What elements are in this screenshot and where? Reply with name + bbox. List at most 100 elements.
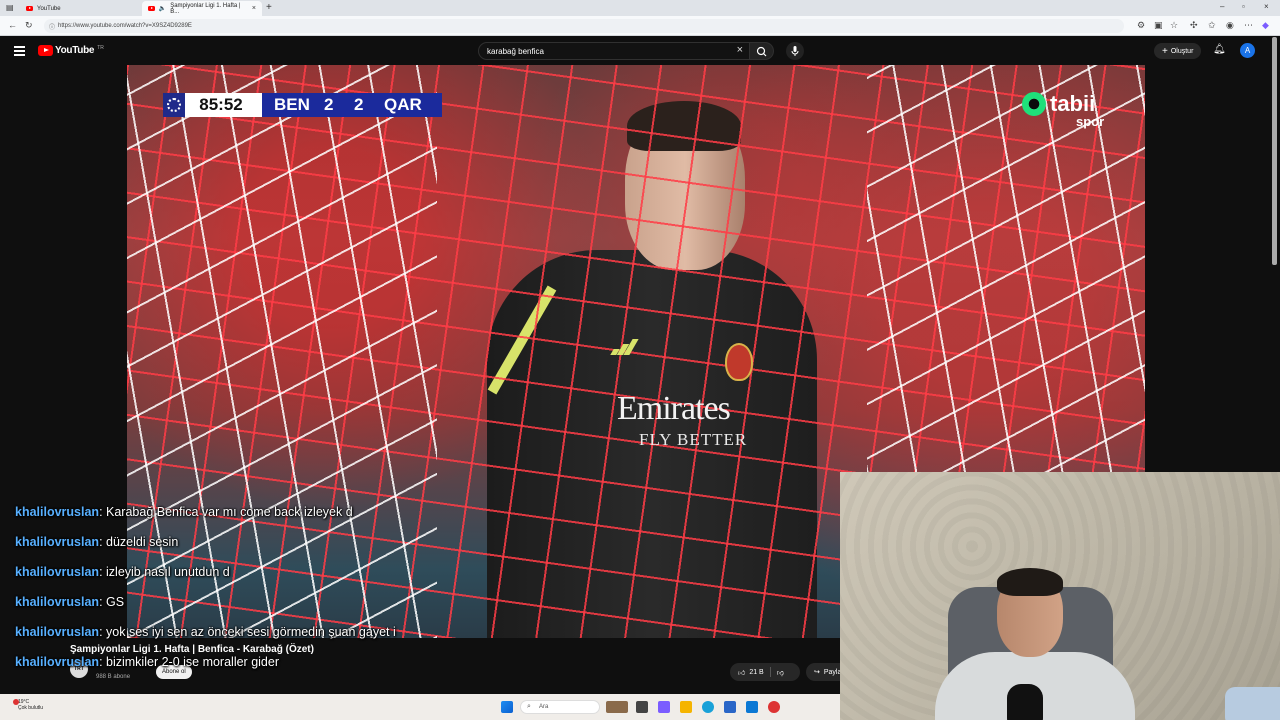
chat-username: khalilovruslan (15, 505, 100, 519)
score-teams: BEN 2 2 QAR (262, 93, 442, 117)
youtube-header: YouTube TR karabağ benfica × + Oluştur 🔔… (0, 37, 1280, 265)
search-value: karabağ benfica (487, 46, 544, 56)
search-icon (756, 46, 767, 57)
microphone-icon (1007, 684, 1043, 720)
like-button[interactable]: 👍︎ 21 B (738, 668, 764, 677)
address-bar[interactable]: ⓘ https://www.youtube.com/watch?v=X9SZ4D… (44, 19, 1124, 33)
like-count: 21 B (749, 668, 764, 676)
chat-username: khalilovruslan (15, 655, 100, 669)
file-explorer-icon[interactable] (680, 701, 692, 713)
widgets-icon[interactable] (606, 701, 628, 713)
chat-username: khalilovruslan (15, 595, 100, 609)
tab-title: Şampiyonlar Ligi 1. Hafta | B... (170, 2, 241, 15)
home-score: 2 (324, 95, 334, 114)
task-view-icon[interactable] (636, 701, 648, 713)
profile-icon[interactable]: ◉ (1226, 20, 1234, 31)
tab-youtube[interactable]: YouTube (20, 1, 142, 16)
weather-icon (13, 699, 19, 705)
chat-username: khalilovruslan (15, 535, 100, 549)
clear-search-icon[interactable]: × (737, 44, 743, 56)
microphone-icon (791, 46, 799, 56)
broadcaster-name: tabii (1050, 91, 1096, 116)
new-tab-button[interactable]: + (266, 2, 272, 13)
extension-icon[interactable]: ⚙ (1137, 20, 1145, 31)
notifications-bell-icon[interactable]: 🔔︎ (1213, 44, 1226, 55)
chat-message: khalilovruslan: yok ses iyi sen az öncek… (15, 625, 396, 639)
chat-text: izleyib nasıl unutdun d (106, 565, 230, 579)
create-label: Oluştur (1170, 47, 1194, 55)
avatar[interactable]: A (1240, 43, 1255, 58)
chat-message: khalilovruslan: düzeldi sesin (15, 535, 179, 549)
chat-text: Karabağ Benfica var mı come back izleyek… (106, 505, 353, 519)
youtube-logo[interactable]: YouTube TR (38, 45, 104, 56)
store-icon[interactable] (724, 701, 736, 713)
broadcaster-sub: spor (1076, 114, 1105, 129)
back-icon[interactable]: ← (8, 20, 17, 30)
outlook-icon[interactable] (746, 701, 758, 713)
match-clock: 85:52 (185, 93, 257, 117)
tab-video[interactable]: 🔈 Şampiyonlar Ligi 1. Hafta | B... × (142, 1, 262, 16)
benfica-crest-icon (725, 343, 753, 381)
youtube-favicon-icon (148, 6, 155, 11)
thumbs-down-icon: 👎︎ (776, 669, 784, 677)
browser-toolbar: ← ↻ ⓘ https://www.youtube.com/watch?v=X9… (0, 16, 1280, 36)
chat-text: yok ses iyi sen az önceki sesi görmedin … (106, 625, 396, 639)
chat-text: bizimkiler 2-0 ise moraller gider (106, 655, 279, 669)
weather-desc: Çok bulutlu (18, 705, 44, 711)
refresh-icon[interactable]: ↻ (25, 20, 33, 31)
extensions-puzzle-icon[interactable]: ✣ (1190, 20, 1198, 31)
taskbar-search[interactable]: ⌕ Ara (520, 700, 600, 714)
tab-actions-icon[interactable]: ▤ (6, 3, 14, 12)
broadcaster-logo: tabii spor (1022, 91, 1104, 129)
voice-search-button[interactable] (786, 42, 804, 60)
chat-message: khalilovruslan: bizimkiler 2-0 ise moral… (15, 655, 279, 669)
chat-overlay: khalilovruslan: Karabağ Benfica var mı c… (15, 505, 455, 685)
chat-text: GS (106, 595, 125, 609)
thumbs-up-icon: 👍︎ (738, 669, 746, 677)
chat-username: khalilovruslan (15, 625, 100, 639)
close-window-button[interactable]: × (1264, 2, 1269, 11)
url-text: https://www.youtube.com/watch?v=X9SZ4D92… (58, 23, 192, 29)
browser-tab-strip: ▤ YouTube 🔈 Şampiyonlar Ligi 1. Hafta | … (0, 0, 1280, 16)
copilot-icon[interactable]: ◆ (1262, 20, 1269, 31)
tab-title: YouTube (37, 5, 61, 12)
search-button[interactable] (750, 42, 774, 60)
edge-browser-icon[interactable] (702, 701, 714, 713)
champions-league-icon (163, 93, 185, 117)
favorite-star-icon[interactable]: ☆ (1170, 20, 1178, 31)
more-menu-icon[interactable]: ⋯ (1244, 20, 1253, 31)
search-input[interactable]: karabağ benfica × (478, 42, 750, 60)
tabii-flower-icon (1022, 92, 1046, 116)
logo-text: YouTube (55, 45, 95, 56)
shirt-sponsor: Emirates (617, 390, 731, 427)
dislike-button[interactable]: 👎︎ (777, 668, 784, 677)
create-button[interactable]: + Oluştur (1154, 43, 1202, 59)
reader-icon[interactable]: ▣ (1154, 20, 1163, 31)
app-icon[interactable] (768, 701, 780, 713)
speaker-icon: 🔈 (158, 6, 167, 12)
scorebug: 85:52 BEN 2 2 QAR (163, 93, 442, 117)
home-team: BEN (274, 95, 310, 114)
chat-message: khalilovruslan: izleyib nasıl unutdun d (15, 565, 230, 579)
weather-widget[interactable]: 19°C Çok bulutlu (13, 699, 44, 711)
chat-text: düzeldi sesin (106, 535, 179, 549)
shirt-tagline: FLY BETTER (639, 430, 748, 449)
copilot-taskbar-icon[interactable] (658, 701, 670, 713)
maximize-button[interactable]: ▫ (1242, 2, 1245, 11)
minimize-button[interactable]: – (1220, 2, 1224, 11)
page-scrollbar[interactable] (1272, 37, 1277, 265)
away-team: QAR (384, 95, 422, 114)
search-icon: ⌕ (527, 703, 531, 710)
info-icon[interactable]: ⓘ (49, 22, 55, 31)
webcam-overlay (840, 472, 1280, 720)
region-code: TR (97, 44, 104, 51)
start-windows-icon[interactable] (501, 701, 513, 713)
close-tab-icon[interactable]: × (252, 5, 256, 12)
hamburger-menu-icon[interactable] (14, 46, 25, 56)
chat-message: khalilovruslan: GS (15, 595, 125, 609)
youtube-favicon-icon (26, 6, 33, 11)
plus-icon: + (1162, 45, 1168, 57)
streamer (935, 568, 1135, 720)
share-arrow-icon: ↪ (814, 669, 820, 676)
favorites-icon[interactable]: ✩ (1208, 20, 1216, 31)
